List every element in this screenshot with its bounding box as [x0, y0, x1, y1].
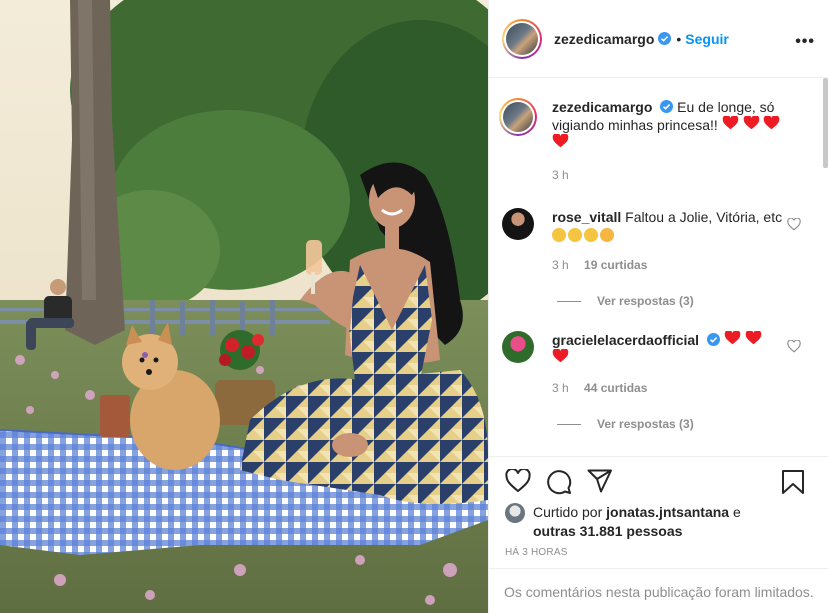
caption-username[interactable]: zezedicamargo [552, 99, 652, 115]
heart-emoji-icon [745, 330, 762, 348]
heart-emoji-icon [763, 115, 780, 133]
separator-dot: • [676, 30, 682, 47]
caption-row: zezedicamargo Eu de longe, só vigiando m… [499, 98, 802, 184]
post-header: zezedicamargo • Seguir ••• [489, 0, 828, 78]
comment-body: gracielelacerdaofficial 3 h 44 curtidas [552, 330, 792, 397]
laughing-emoji-icon [552, 228, 566, 242]
heart-emoji-icon [552, 348, 569, 366]
likes-prefix: Curtido por [533, 504, 603, 520]
verified-badge-icon [658, 32, 672, 45]
replies-divider [557, 300, 581, 302]
paper-plane-icon[interactable] [587, 469, 613, 493]
view-replies-link[interactable]: Ver respostas (3) [557, 417, 694, 431]
comment-likes[interactable]: 19 curtidas [584, 258, 647, 272]
comments-limited-notice: Os comentários nesta publicação foram li… [489, 568, 828, 613]
heart-emoji-icon [724, 330, 741, 348]
comment-likes[interactable]: 44 curtidas [584, 381, 647, 395]
commenter-avatar[interactable] [502, 208, 534, 240]
follow-button[interactable]: Seguir [685, 31, 729, 47]
caption-avatar[interactable] [499, 98, 537, 136]
action-icons [503, 469, 815, 497]
comment-body: rose_vitall Faltou a Jolie, Vitória, etc… [552, 208, 792, 274]
bookmark-icon[interactable] [781, 469, 805, 495]
liker-username[interactable]: jonatas.jntsantana [606, 504, 729, 520]
likes-summary: Curtido por jonatas.jntsantana e outras … [505, 503, 805, 541]
tongue-emoji-icon [600, 228, 614, 242]
comment-like-heart-icon[interactable] [787, 340, 801, 353]
comments-list: zezedicamargo Eu de longe, só vigiando m… [489, 78, 828, 456]
view-replies-label[interactable]: Ver respostas (3) [597, 294, 694, 308]
replies-divider [557, 423, 581, 425]
post-photo[interactable] [0, 0, 488, 613]
likes-others[interactable]: outras 31.881 pessoas [533, 523, 682, 539]
post-actions: Curtido por jonatas.jntsantana e outras … [489, 456, 828, 613]
caption-body: zezedicamargo Eu de longe, só vigiando m… [552, 98, 792, 184]
heart-emoji-icon [743, 115, 760, 133]
photo-illustration [0, 0, 488, 613]
more-options-icon[interactable]: ••• [795, 33, 815, 51]
caption-time[interactable]: 3 h [552, 168, 569, 182]
instagram-post-view: zezedicamargo • Seguir ••• zezedicamargo [0, 0, 828, 613]
comment-time[interactable]: 3 h [552, 381, 569, 395]
view-replies-link[interactable]: Ver respostas (3) [557, 294, 694, 308]
heart-emoji-icon [552, 133, 569, 151]
heart-icon[interactable] [505, 469, 531, 493]
liker-avatar[interactable] [505, 503, 525, 523]
comment-username[interactable]: gracielelacerdaofficial [552, 332, 699, 348]
heart-emoji-icon [722, 115, 739, 133]
comment-text: Faltou a Jolie, Vitória, etc [625, 209, 783, 225]
verified-badge-icon [706, 333, 720, 346]
post-sidebar: zezedicamargo • Seguir ••• zezedicamargo [488, 0, 828, 613]
author-username[interactable]: zezedicamargo [554, 31, 654, 47]
laughing-emoji-icon [568, 228, 582, 242]
comment-username[interactable]: rose_vitall [552, 209, 621, 225]
commenter-avatar[interactable] [502, 331, 534, 363]
verified-badge-icon [660, 100, 674, 113]
laughing-emoji-icon [584, 228, 598, 242]
comment-row: gracielelacerdaofficial 3 h 44 curtidas [502, 330, 802, 397]
author-avatar[interactable] [502, 18, 542, 59]
likes-conj: e [732, 504, 741, 520]
comment-icon[interactable] [546, 469, 572, 495]
comment-row: rose_vitall Faltou a Jolie, Vitória, etc… [502, 208, 802, 274]
view-replies-label[interactable]: Ver respostas (3) [597, 417, 694, 431]
comment-time[interactable]: 3 h [552, 258, 569, 272]
comment-like-heart-icon[interactable] [787, 218, 801, 231]
post-time-ago[interactable]: HÁ 3 HORAS [505, 547, 568, 558]
